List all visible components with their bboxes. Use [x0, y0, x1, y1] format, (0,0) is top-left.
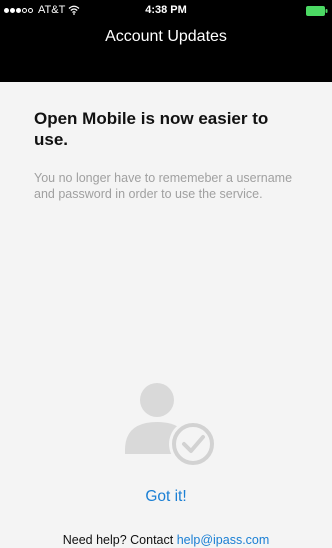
help-prefix: Need help? Contact — [62, 533, 177, 547]
help-email-link[interactable]: help@ipass.com — [177, 533, 270, 547]
got-it-button[interactable]: Got it! — [116, 485, 216, 509]
page-title: Account Updates — [105, 28, 227, 45]
status-time: 4:38 PM — [145, 4, 187, 16]
status-bar: AT&T 4:38 PM — [0, 0, 332, 22]
user-check-icon — [125, 383, 217, 468]
headline: Open Mobile is now easier to use. — [34, 109, 269, 149]
nav-bar: Account Updates — [0, 22, 332, 82]
help-line: Need help? Contact help@ipass.com — [0, 533, 332, 547]
main-content: Open Mobile is now easier to use. You no… — [0, 82, 332, 548]
battery-icon — [306, 6, 328, 16]
body-text: You no longer have to rememeber a userna… — [34, 171, 293, 201]
